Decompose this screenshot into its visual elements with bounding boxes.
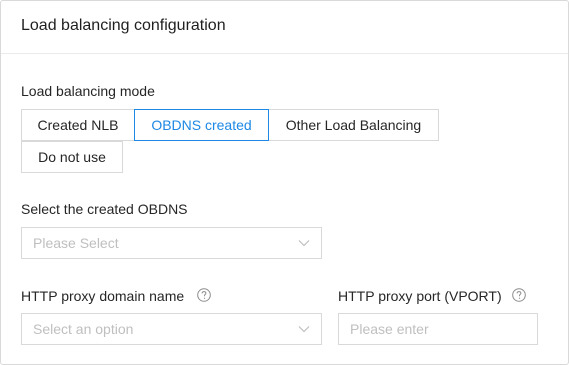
radio-do-not-use[interactable]: Do not use	[21, 141, 123, 173]
http-domain-placeholder: Select an option	[33, 321, 134, 337]
load-balancing-config-card: Load balancing configuration Load balanc…	[0, 0, 569, 365]
obdns-select-label: Select the created OBDNS	[21, 201, 188, 217]
card-title: Load balancing configuration	[21, 17, 226, 34]
radio-created-nlb[interactable]: Created NLB	[21, 109, 135, 141]
radio-obdns-created[interactable]: OBDNS created	[134, 109, 269, 141]
http-port-label: HTTP proxy port (VPORT)	[338, 288, 502, 304]
obdns-select-placeholder: Please Select	[33, 235, 119, 251]
lb-mode-label: Load balancing mode	[21, 83, 155, 99]
obdns-select[interactable]: Please Select	[21, 227, 322, 259]
question-circle-icon[interactable]	[197, 288, 211, 302]
http-domain-select[interactable]: Select an option	[21, 313, 322, 345]
http-domain-label: HTTP proxy domain name	[21, 288, 185, 304]
card-header: Load balancing configuration	[1, 1, 568, 54]
question-circle-icon[interactable]	[512, 288, 526, 302]
chevron-down-icon	[298, 240, 310, 247]
http-port-input[interactable]	[338, 313, 538, 345]
chevron-down-icon	[298, 326, 310, 333]
radio-other-load-balancing[interactable]: Other Load Balancing	[268, 109, 439, 141]
